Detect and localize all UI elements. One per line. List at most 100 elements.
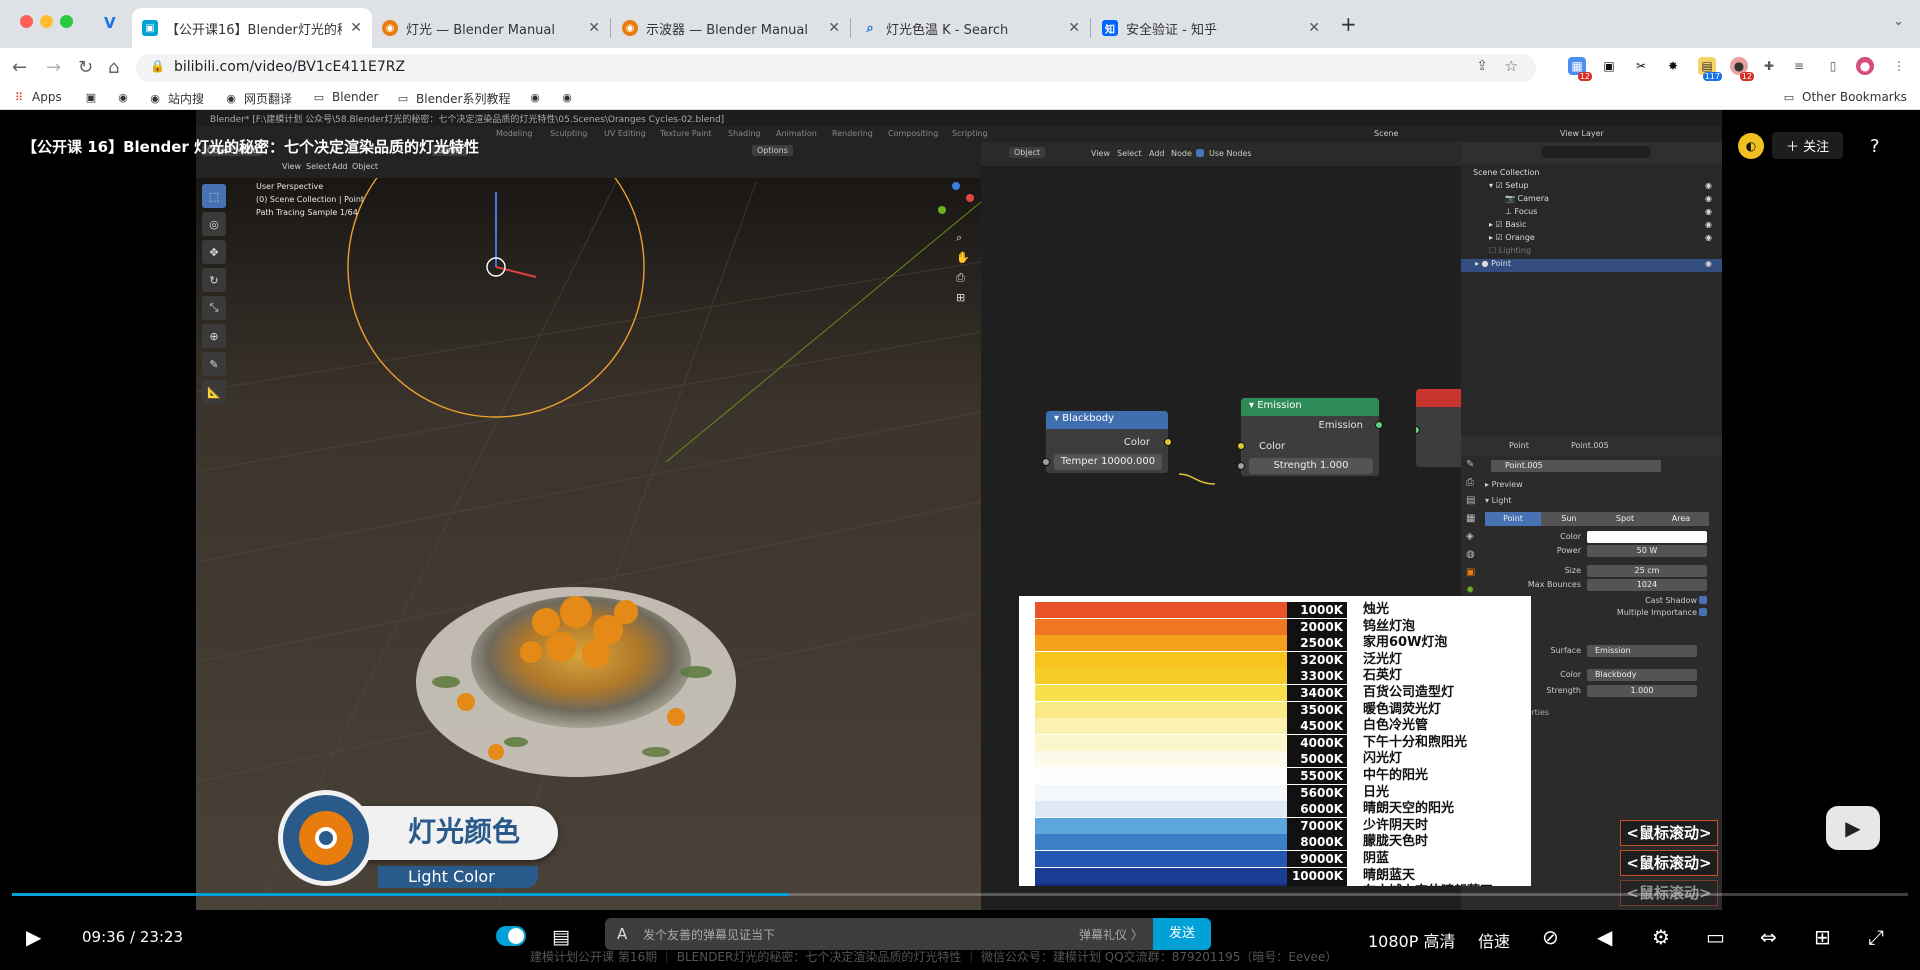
- profile-avatar[interactable]: ●: [1856, 57, 1874, 75]
- preview-panel-toggle[interactable]: ▸ Preview: [1485, 480, 1523, 489]
- bookmark-item[interactable]: ◉ 站内搜: [148, 90, 204, 107]
- bookmark-item[interactable]: ▣: [84, 90, 104, 104]
- danmaku-input[interactable]: 发个友善的弹幕见证当下: [643, 926, 775, 943]
- zoom-icon[interactable]: ⌕: [956, 228, 970, 248]
- cookie-icon[interactable]: ● 12: [1730, 57, 1754, 81]
- outliner-item-focus[interactable]: ⊥ Focus ◉: [1461, 207, 1722, 220]
- tool-tab-icon[interactable]: ✎: [1466, 456, 1481, 474]
- bookmark-folder[interactable]: ▭ Blender: [312, 90, 379, 104]
- bookmark-folder[interactable]: ▭ Blender系列教程: [396, 90, 511, 107]
- emission-node-header[interactable]: ▾ Emission: [1241, 398, 1379, 416]
- font-style-icon[interactable]: A: [617, 925, 627, 943]
- bookmark-item[interactable]: ◉: [560, 90, 580, 104]
- video-player[interactable]: Blender* [F:\建模计划 公众号\58.Blender灯光的秘密：七个…: [0, 110, 1920, 970]
- size-field[interactable]: 25 cm: [1587, 565, 1707, 577]
- speed-selector[interactable]: 倍速: [1478, 928, 1510, 952]
- tab-bilibili[interactable]: ▣ 【公开课16】Blender灯光的秘密 ✕: [132, 8, 372, 48]
- danmaku-toggle[interactable]: [496, 926, 526, 946]
- view-layer-tab-icon[interactable]: ▦: [1466, 510, 1481, 528]
- extension-folder-icon[interactable]: ▤ 117: [1698, 57, 1722, 81]
- forward-arrow-icon[interactable]: →: [46, 57, 61, 78]
- shader-type-dropdown[interactable]: Object: [1009, 147, 1046, 158]
- send-danmaku-button[interactable]: 发送: [1153, 918, 1211, 950]
- minimize-window-button[interactable]: [40, 15, 53, 28]
- max-bounces-field[interactable]: 1024: [1587, 579, 1707, 591]
- outliner-item-camera[interactable]: 📷 Camera ◉: [1461, 194, 1722, 207]
- light-type-spot[interactable]: Spot: [1597, 512, 1653, 526]
- eye-icon[interactable]: ◉: [1705, 181, 1712, 190]
- camera-view-icon[interactable]: ⎙: [956, 268, 970, 288]
- surface-shader-field[interactable]: Emission: [1587, 645, 1697, 657]
- reading-list-icon[interactable]: ≡: [1790, 57, 1808, 75]
- new-tab-button[interactable]: +: [1340, 12, 1357, 36]
- vue-devtools-icon[interactable]: V: [104, 14, 116, 32]
- bookmark-item[interactable]: ◉: [116, 90, 136, 104]
- output-tab-icon[interactable]: ▤: [1466, 492, 1481, 510]
- light-panel-toggle[interactable]: ▾ Light: [1485, 496, 1512, 505]
- share-icon[interactable]: ⇪: [1476, 58, 1488, 74]
- tab-search-chevron-icon[interactable]: ⌄: [1893, 14, 1904, 29]
- emission-node[interactable]: ▾ Emission Emission Color Strength 1.000: [1237, 397, 1383, 477]
- select-box-icon[interactable]: ⬚: [202, 184, 226, 208]
- temperature-field[interactable]: Temper 10000.000: [1054, 454, 1162, 470]
- light-type-sun[interactable]: Sun: [1541, 512, 1597, 526]
- eye-icon[interactable]: ◉: [1705, 194, 1712, 203]
- menu-object[interactable]: Object: [352, 162, 378, 171]
- outliner-search-field[interactable]: [1541, 146, 1651, 158]
- danmaku-etiquette-link[interactable]: 弹幕礼仪 〉: [1079, 926, 1143, 943]
- eye-icon[interactable]: ◉: [1705, 207, 1712, 216]
- outliner-item-lighting[interactable]: ☐ Lighting: [1461, 246, 1722, 259]
- light-datablock-field[interactable]: Point.005: [1491, 460, 1661, 472]
- emission-color-field[interactable]: Blackbody: [1587, 669, 1697, 681]
- close-window-button[interactable]: [20, 15, 33, 28]
- maximize-window-button[interactable]: [60, 15, 73, 28]
- fullscreen-icon[interactable]: ⤢: [1868, 925, 1884, 949]
- menu-select[interactable]: Select: [1117, 149, 1142, 158]
- outliner-item-basic[interactable]: ▸ ☑ Basic ◉: [1461, 220, 1722, 233]
- render-tab-icon[interactable]: ⎙: [1466, 474, 1481, 492]
- outliner-root[interactable]: Scene Collection: [1461, 168, 1722, 181]
- web-fullscreen-icon[interactable]: ⊞: [1814, 925, 1831, 949]
- tab-search[interactable]: ⌕ 灯光色温 K - Search ✕: [852, 8, 1090, 48]
- hand-pan-icon[interactable]: ✋: [956, 248, 970, 268]
- gizmo-y-axis[interactable]: [938, 206, 946, 214]
- move-icon[interactable]: ✥: [202, 240, 226, 264]
- emission-output-socket[interactable]: [1375, 421, 1383, 429]
- close-tab-icon[interactable]: ✕: [1308, 20, 1320, 36]
- eye-icon[interactable]: ◉: [1705, 233, 1712, 242]
- menu-view[interactable]: View: [1091, 149, 1110, 158]
- world-tab-icon[interactable]: ◍: [1466, 546, 1481, 564]
- close-tab-icon[interactable]: ✕: [828, 20, 840, 36]
- close-tab-icon[interactable]: ✕: [588, 20, 600, 36]
- measure-icon[interactable]: 📐: [202, 380, 226, 404]
- light-type-area[interactable]: Area: [1653, 512, 1709, 526]
- object-tab-icon[interactable]: ▣: [1466, 564, 1481, 582]
- bookmark-item[interactable]: ◉ 网页翻译: [224, 90, 292, 107]
- help-icon[interactable]: ?: [1870, 136, 1880, 157]
- picture-in-picture-icon[interactable]: ▭: [1706, 925, 1725, 949]
- rotate-icon[interactable]: ↻: [202, 268, 226, 292]
- home-icon[interactable]: ⌂: [108, 57, 119, 78]
- grid-toggle-icon[interactable]: ⊞: [956, 288, 970, 308]
- widescreen-icon[interactable]: ⇔: [1760, 925, 1777, 949]
- light-color-swatch[interactable]: [1587, 531, 1707, 543]
- material-output-node[interactable]: [1415, 388, 1465, 468]
- mini-tv-play-icon[interactable]: ▶: [1826, 806, 1880, 850]
- light-type-point[interactable]: Point: [1485, 512, 1541, 526]
- menu-dots-icon[interactable]: ⋮: [1890, 57, 1908, 75]
- outliner-item-setup[interactable]: ▾ ☑ Setup ◉: [1461, 181, 1722, 194]
- output-node-header[interactable]: [1416, 389, 1464, 407]
- extension-grid-icon[interactable]: ▦ 12: [1568, 57, 1592, 81]
- bookmark-apps[interactable]: ⠿ Apps: [12, 90, 62, 104]
- bookmark-item[interactable]: ◉: [528, 90, 548, 104]
- emission-strength-field[interactable]: 1.000: [1587, 685, 1697, 697]
- strength-field[interactable]: Strength 1.000: [1249, 458, 1373, 474]
- subtitle-off-icon[interactable]: ⊘: [1542, 925, 1559, 949]
- gizmo-x-axis[interactable]: [966, 194, 974, 202]
- outliner-item-orange[interactable]: ▸ ☑ Orange ◉: [1461, 233, 1722, 246]
- menu-add[interactable]: Add: [1149, 149, 1165, 158]
- scene-tab-icon[interactable]: ◈: [1466, 528, 1481, 546]
- puzzle-extensions-icon[interactable]: ✚: [1760, 57, 1778, 75]
- tab-blender-scopes[interactable]: ◉ 示波器 — Blender Manual ✕: [612, 8, 850, 48]
- navigation-gizmo[interactable]: [936, 182, 976, 222]
